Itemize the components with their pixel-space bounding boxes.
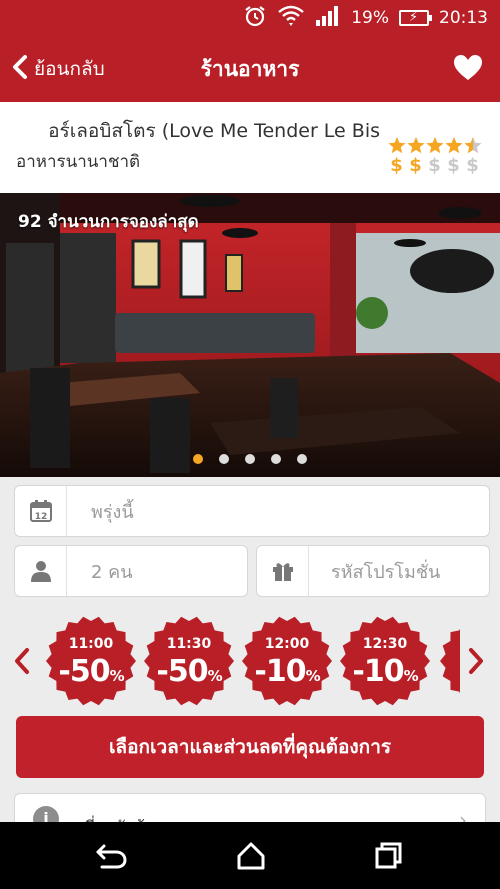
system-nav-bar (0, 822, 500, 889)
timeslot-badge[interactable]: 12:30 -10% (340, 616, 430, 706)
restaurant-category: อาหารนานาชาติ (16, 152, 141, 172)
star-icon (464, 137, 482, 154)
app-bar: ย้อนกลับ ร้านอาหาร (0, 36, 500, 102)
timeslot-time: 12:00 (264, 636, 310, 652)
timeslot-time: 11:00 (68, 636, 114, 652)
star-icon (445, 137, 463, 154)
timeslot-discount: -10% (352, 654, 418, 689)
pagination-dot[interactable] (297, 454, 307, 464)
timeslot-badge[interactable]: 11:30 -50% (144, 616, 234, 706)
restaurant-info-card: อร์เลอบิสโตร (Love Me Tender Le Bis อาหา… (0, 102, 500, 193)
star-icon (407, 137, 425, 154)
price-symbol: $ (428, 155, 441, 176)
pagination-dot[interactable] (193, 454, 203, 464)
chevron-right-icon[interactable] (466, 646, 486, 676)
price-symbol: $ (390, 155, 403, 176)
battery-percent: 19% (351, 8, 389, 28)
restaurant-name: อร์เลอบิสโตร (Love Me Tender Le Bis (48, 120, 380, 142)
pagination-dot[interactable] (219, 454, 229, 464)
back-nav-icon[interactable] (92, 840, 132, 872)
timeslot-partial[interactable] (440, 616, 460, 706)
svg-text:12: 12 (34, 512, 47, 522)
alarm-icon (243, 4, 267, 33)
app-screen: 19% ⚡ 20:13 ย้อนกลับ ร้านอาหาร อร์เลอบิส… (0, 0, 500, 889)
price-level: $ $ $ $ $ (388, 156, 483, 176)
timeslot-badge[interactable]: 11:00 -50% (46, 616, 136, 706)
star-rating (388, 136, 483, 156)
battery-charging-icon: ⚡ (399, 10, 432, 26)
guests-value: 2 คน (91, 561, 133, 583)
timeslot-discount: -10% (254, 654, 320, 689)
calendar-icon: 12 (15, 486, 67, 536)
timeslot-time: 11:30 (166, 636, 212, 652)
price-symbol: $ (466, 155, 479, 176)
guests-field[interactable]: 2 คน (14, 545, 248, 597)
heart-icon[interactable] (454, 55, 482, 83)
clock: 20:13 (439, 8, 488, 28)
rating-block: $ $ $ $ $ (388, 136, 483, 176)
pagination-dot[interactable] (271, 454, 281, 464)
gallery-pagination (0, 454, 500, 464)
promo-code-field[interactable]: รหัสโปรโมชั่น (256, 545, 490, 597)
star-icon (388, 137, 406, 154)
gift-icon (257, 546, 309, 596)
star-icon (426, 137, 444, 154)
recent-apps-icon[interactable] (368, 840, 408, 872)
price-symbol: $ (447, 155, 460, 176)
signal-icon (315, 5, 341, 32)
select-time-button[interactable]: เลือกเวลาและส่วนลดที่คุณต้องการ (16, 716, 484, 778)
timeslot-badge[interactable]: 12:00 -10% (242, 616, 332, 706)
timeslot-time: 12:30 (362, 636, 408, 652)
pagination-dot[interactable] (245, 454, 255, 464)
booking-count-label: 92 จำนวนการจองล่าสุด (18, 212, 199, 232)
timeslot-discount: -50% (58, 654, 124, 689)
price-symbol: $ (409, 155, 422, 176)
person-icon (15, 546, 67, 596)
date-value: พรุ่งนี้ (91, 501, 134, 523)
wifi-icon (277, 4, 305, 33)
promo-placeholder: รหัสโปรโมชั่น (331, 561, 441, 583)
status-bar: 19% ⚡ 20:13 (0, 0, 500, 36)
home-nav-icon[interactable] (231, 840, 271, 872)
timeslot-carousel: 11:00 -50% 11:30 -50% 12:00 -10% 12:30 -10% (0, 608, 500, 712)
timeslot-discount: -50% (156, 654, 222, 689)
page-title: ร้านอาหาร (200, 57, 300, 81)
chevron-left-icon[interactable] (12, 646, 32, 676)
restaurant-photo[interactable] (0, 193, 500, 477)
date-field[interactable]: 12 พรุ่งนี้ (14, 485, 490, 537)
